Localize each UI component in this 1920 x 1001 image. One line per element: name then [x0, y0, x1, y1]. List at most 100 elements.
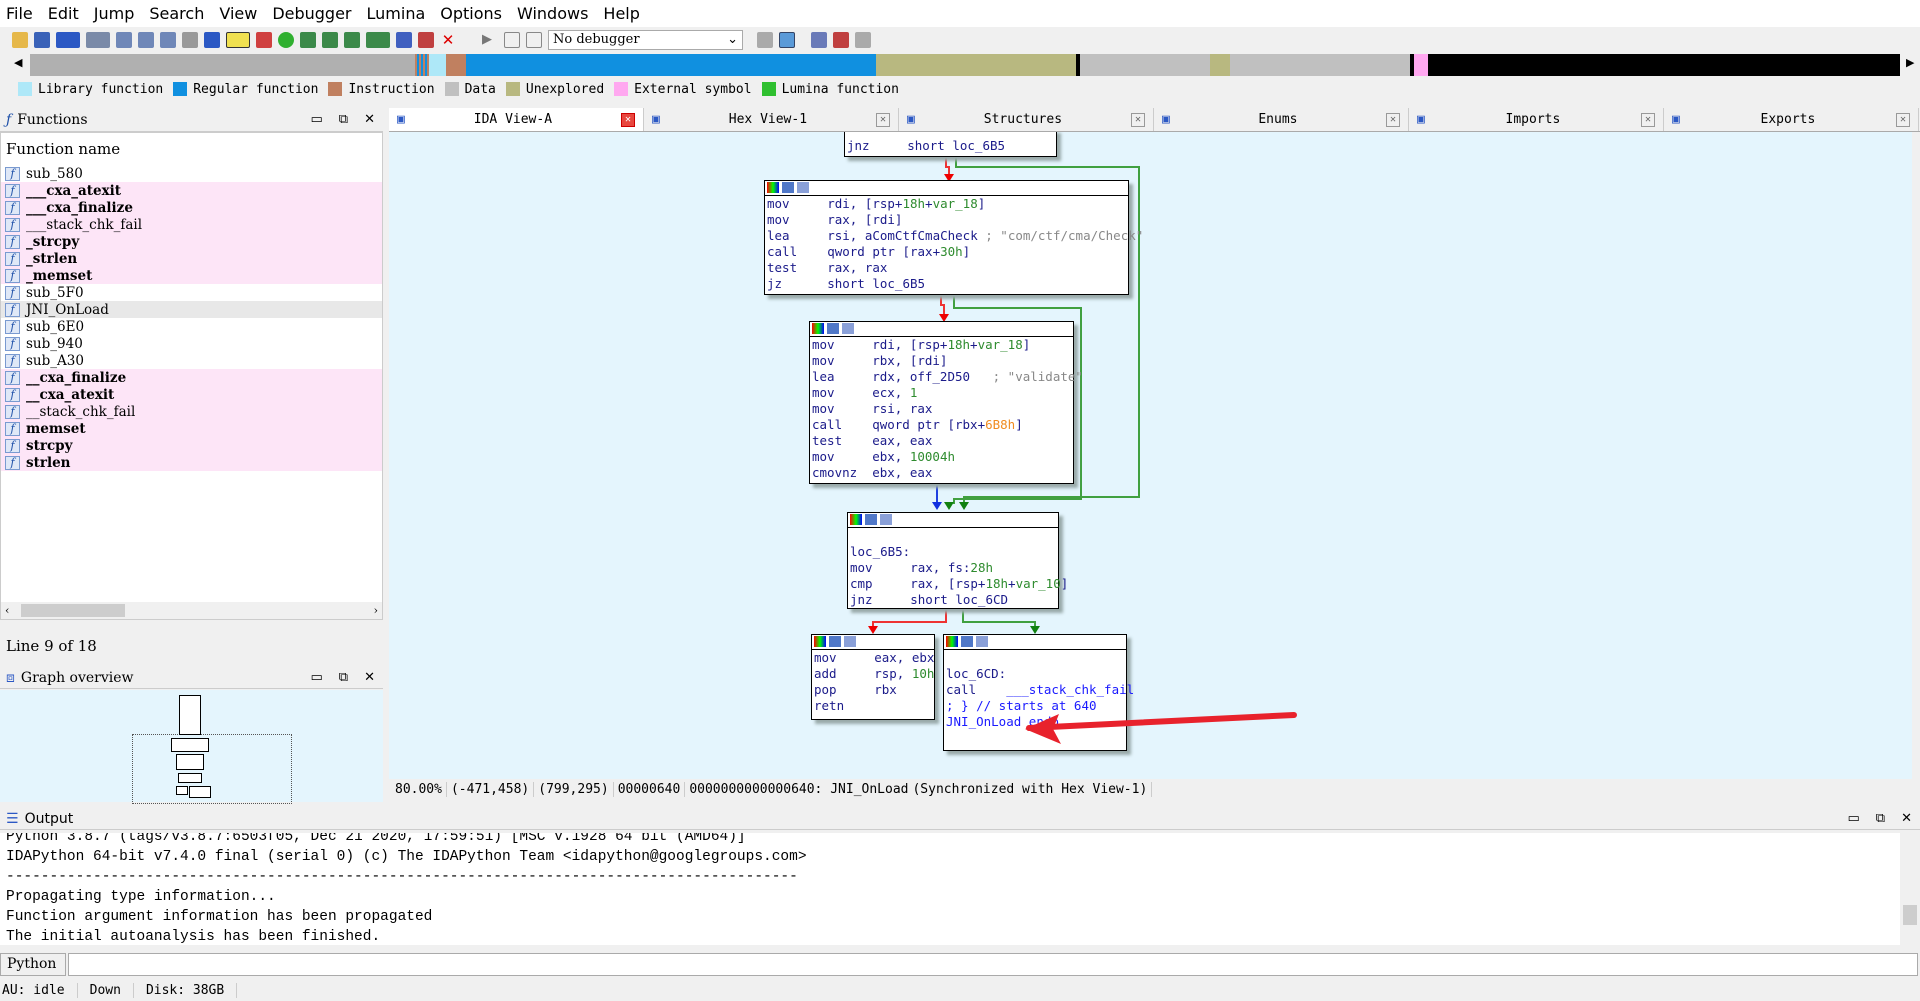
menu-debugger[interactable]: Debugger — [272, 4, 351, 23]
function-row[interactable]: f ___cxa_atexit — [1, 182, 382, 199]
function-row[interactable]: f strcpy — [1, 437, 382, 454]
nav-left-arrow-icon[interactable]: ◀ — [14, 56, 22, 69]
open-icon[interactable] — [12, 31, 28, 48]
menu-options[interactable]: Options — [440, 4, 502, 23]
maximize-icon[interactable]: ▭ — [311, 112, 323, 127]
maximize-icon[interactable]: ▭ — [311, 670, 323, 685]
play-icon[interactable]: ▶ — [482, 32, 498, 48]
green-circle-icon[interactable] — [278, 31, 294, 48]
function-row[interactable]: f memset — [1, 420, 382, 437]
float-icon[interactable]: ⧉ — [1876, 811, 1885, 826]
menu-edit[interactable]: Edit — [48, 4, 79, 23]
add-struct-icon[interactable] — [322, 31, 338, 48]
debugger-select[interactable]: No debugger ⌄ — [548, 29, 743, 50]
close-tab-icon[interactable]: ✕ — [876, 112, 890, 127]
text-color-icon[interactable] — [226, 31, 250, 48]
edit-icon[interactable] — [418, 31, 434, 48]
function-row[interactable]: f JNI_OnLoad — [1, 301, 382, 318]
function-row[interactable]: f __cxa_atexit — [1, 386, 382, 403]
function-row[interactable]: f sub_6E0 — [1, 318, 382, 335]
function-row[interactable]: f _strcpy — [1, 233, 382, 250]
tab-hex-view-1[interactable]: ▣ Hex View-1 ✕ — [644, 108, 899, 131]
navigation-band[interactable] — [30, 54, 1900, 76]
function-row[interactable]: f _memset — [1, 267, 382, 284]
overview-viewport[interactable] — [132, 734, 292, 804]
output-scrollbar[interactable] — [1900, 833, 1920, 945]
nav-right-arrow-icon[interactable]: ▶ — [1906, 56, 1914, 69]
ida-graph-view[interactable]: jnz short loc_6B5 mov rdi, [rsp+18h+var_… — [389, 132, 1912, 779]
float-icon[interactable]: ⧉ — [339, 670, 348, 685]
function-icon: f — [5, 285, 20, 300]
close-icon[interactable]: ✕ — [364, 670, 375, 685]
tab-enums[interactable]: ▣ Enums ✕ — [1154, 108, 1409, 131]
tab-imports[interactable]: ▣ Imports ✕ — [1409, 108, 1664, 131]
save-icon[interactable] — [34, 31, 50, 48]
scrollbar-thumb[interactable] — [21, 604, 126, 617]
menu-search[interactable]: Search — [149, 4, 204, 23]
close-tab-icon[interactable]: ✕ — [1386, 112, 1400, 127]
graph-vertical-scrollbar[interactable] — [1912, 132, 1920, 779]
graph-overview-canvas[interactable] — [0, 690, 383, 804]
struct-icon: ▣ — [907, 112, 915, 127]
tab-structures[interactable]: ▣ Structures ✕ — [899, 108, 1154, 131]
scroll-left-icon[interactable]: ‹ — [1, 604, 13, 617]
function-row[interactable]: f sub_A30 — [1, 352, 382, 369]
maximize-icon[interactable]: ▭ — [1848, 811, 1860, 826]
tool-icon[interactable] — [182, 31, 198, 48]
tab-ida-view-a[interactable]: ▣ IDA View-A ✕ — [389, 108, 644, 131]
python-command-input[interactable] — [68, 953, 1918, 976]
function-row[interactable]: f strlen — [1, 454, 382, 471]
pause-icon[interactable] — [504, 31, 520, 48]
add-icon[interactable] — [300, 31, 316, 48]
float-icon[interactable]: ⧉ — [339, 112, 348, 127]
patch-icon[interactable] — [396, 31, 412, 48]
menu-jump[interactable]: Jump — [94, 4, 135, 23]
function-icon: f — [5, 319, 20, 334]
menu-view[interactable]: View — [219, 4, 257, 23]
close-tab-icon[interactable]: ✕ — [1896, 112, 1910, 127]
output-console[interactable]: Python 3.8.7 (tags/v3.8.7:6503f05, Dec 2… — [0, 833, 1900, 945]
function-row[interactable]: f sub_580 — [1, 165, 382, 182]
close-icon[interactable]: ✕ — [364, 112, 375, 127]
horizontal-scrollbar[interactable]: ‹ › — [1, 602, 382, 619]
down-arrow-icon[interactable] — [204, 31, 220, 48]
graph-icon: ▣ — [397, 112, 405, 127]
close-tab-icon[interactable]: ✕ — [621, 112, 635, 127]
close-tab-icon[interactable]: ✕ — [1641, 112, 1655, 127]
function-row[interactable]: f ___cxa_finalize — [1, 199, 382, 216]
close-icon[interactable]: ✕ — [1901, 811, 1912, 826]
function-row[interactable]: f __cxa_finalize — [1, 369, 382, 386]
function-icon: f — [5, 404, 20, 419]
tab-exports[interactable]: ▣ Exports ✕ — [1664, 108, 1919, 131]
tools-icon[interactable] — [855, 31, 871, 48]
graph-overview-title: Graph overview — [20, 669, 134, 686]
graph-icon[interactable] — [256, 31, 272, 48]
search-icon[interactable] — [116, 31, 132, 48]
back-icon[interactable] — [56, 31, 80, 48]
trace-icon[interactable] — [833, 31, 849, 48]
function-row[interactable]: f __stack_chk_fail — [1, 403, 382, 420]
breakpoints-icon[interactable] — [811, 31, 827, 48]
search-binary-icon[interactable] — [160, 31, 176, 48]
enum-icon: ▣ — [1162, 112, 1170, 127]
menu-lumina[interactable]: Lumina — [367, 4, 426, 23]
function-row[interactable]: f ___stack_chk_fail — [1, 216, 382, 233]
python-language-button[interactable]: Python — [0, 953, 66, 976]
close-tab-icon[interactable]: ✕ — [1131, 112, 1145, 127]
menu-windows[interactable]: Windows — [517, 4, 588, 23]
menu-help[interactable]: Help — [603, 4, 639, 23]
search-text-icon[interactable] — [138, 31, 154, 48]
function-row[interactable]: f _strlen — [1, 250, 382, 267]
debug-option-icon[interactable] — [757, 31, 773, 48]
scroll-right-icon[interactable]: › — [370, 604, 382, 617]
function-row[interactable]: f sub_940 — [1, 335, 382, 352]
close-red-x-icon[interactable]: ✕ — [440, 32, 456, 48]
menu-file[interactable]: File — [6, 4, 33, 23]
forward-icon[interactable] — [86, 31, 110, 48]
sync-icon[interactable] — [779, 31, 795, 48]
column-header-function-name[interactable]: Function name — [1, 133, 382, 165]
function-row[interactable]: f sub_5F0 — [1, 284, 382, 301]
add-text-icon[interactable] — [344, 31, 360, 48]
add-enum-icon[interactable] — [366, 31, 390, 48]
stop-icon[interactable] — [526, 31, 542, 48]
